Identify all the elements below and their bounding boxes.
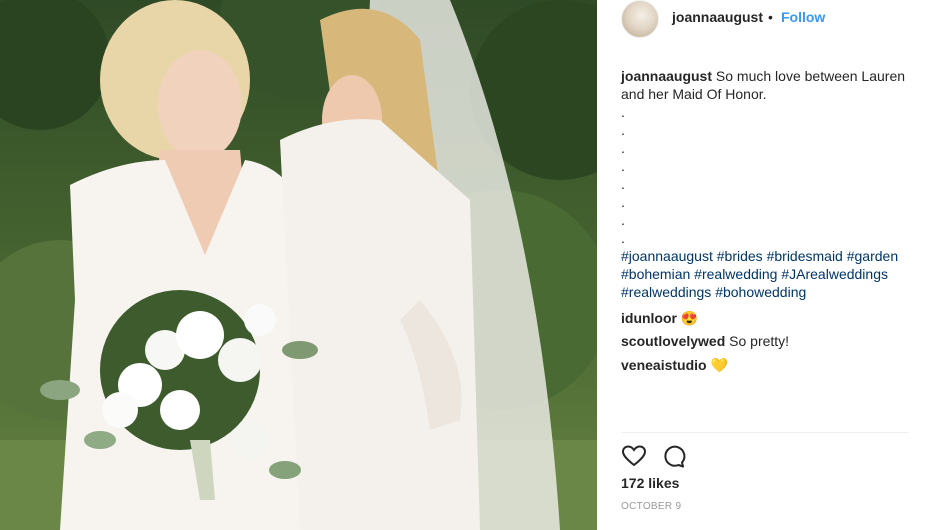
header-separator: • bbox=[768, 9, 773, 25]
post-photo-illustration bbox=[0, 0, 597, 530]
comment-item: scoutlovelywed So pretty! bbox=[621, 332, 789, 350]
hashtag-link[interactable]: #realweddings bbox=[621, 284, 711, 300]
post-date: OCTOBER 9 bbox=[621, 501, 682, 512]
hashtag-link[interactable]: #brides bbox=[717, 248, 763, 264]
post-side-panel: joannaaugust • Follow joannaaugust So mu… bbox=[597, 0, 933, 530]
hashtag-link[interactable]: #JArealweddings bbox=[781, 266, 888, 282]
caption-hashtags: #joannaaugust #brides #bridesmaid #garde… bbox=[621, 247, 921, 301]
caption-dot: . bbox=[621, 158, 625, 174]
hashtag-link[interactable]: #realwedding bbox=[694, 266, 777, 282]
hashtag-link[interactable]: #bohemian bbox=[621, 266, 690, 282]
hashtag-link[interactable]: #joannaaugust bbox=[621, 248, 713, 264]
caption-dot: . bbox=[621, 140, 625, 156]
comment-button[interactable] bbox=[661, 444, 687, 468]
comment-item: idunloor 😍 bbox=[621, 309, 698, 327]
avatar[interactable] bbox=[621, 0, 659, 38]
caption-dot: . bbox=[621, 212, 625, 228]
comment-item: veneaistudio 💛 bbox=[621, 356, 728, 374]
comment-username[interactable]: scoutlovelywed bbox=[621, 333, 725, 349]
post-caption: joannaaugust So much love between Lauren… bbox=[621, 67, 921, 301]
caption-dot: . bbox=[621, 194, 625, 210]
caption-dot: . bbox=[621, 104, 625, 120]
caption-dot: . bbox=[621, 122, 625, 138]
comment-emoji: 💛 bbox=[710, 357, 728, 373]
hashtag-link[interactable]: #bridesmaid bbox=[767, 248, 843, 264]
caption-dot: . bbox=[621, 230, 625, 246]
hashtag-link[interactable]: #garden bbox=[847, 248, 898, 264]
post-header: joannaaugust • Follow bbox=[597, 0, 933, 40]
comment-text: So pretty! bbox=[729, 333, 790, 349]
caption-dot: . bbox=[621, 176, 625, 192]
comment-username[interactable]: idunloor bbox=[621, 310, 677, 326]
follow-button[interactable]: Follow bbox=[781, 9, 825, 25]
like-button[interactable] bbox=[621, 444, 647, 468]
actions-divider bbox=[621, 432, 909, 433]
comment-username[interactable]: veneaistudio bbox=[621, 357, 707, 373]
header-username[interactable]: joannaaugust bbox=[672, 9, 763, 25]
post-photo[interactable] bbox=[0, 0, 597, 530]
hashtag-link[interactable]: #bohowedding bbox=[715, 284, 806, 300]
likes-count[interactable]: 172 likes bbox=[621, 475, 679, 491]
heart-icon bbox=[621, 445, 647, 467]
caption-author[interactable]: joannaaugust bbox=[621, 68, 712, 84]
comment-bubble-icon bbox=[664, 445, 686, 468]
comment-emoji: 😍 bbox=[680, 310, 699, 326]
